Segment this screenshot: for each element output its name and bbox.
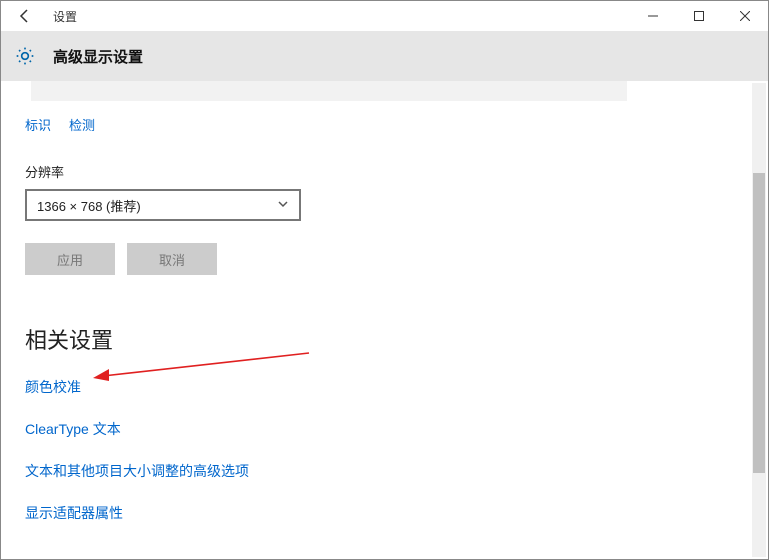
window-title: 设置 (49, 8, 77, 25)
apply-button[interactable]: 应用 (25, 243, 115, 275)
resolution-dropdown[interactable]: 1366 × 768 (推荐) (25, 189, 301, 221)
advanced-sizing-link[interactable]: 文本和其他项目大小调整的高级选项 (25, 461, 744, 481)
gear-icon (15, 46, 35, 66)
content-area: 标识 检测 分辨率 1366 × 768 (推荐) 应用 取消 相关设置 颜色校… (1, 81, 768, 559)
page-title: 高级显示设置 (53, 46, 143, 67)
scrollbar[interactable] (752, 83, 766, 557)
resolution-value: 1366 × 768 (推荐) (37, 196, 141, 215)
identify-link[interactable]: 标识 (25, 115, 51, 134)
color-calibration-link[interactable]: 颜色校准 (25, 377, 744, 397)
cleartype-link[interactable]: ClearType 文本 (25, 419, 744, 439)
scrollbar-thumb[interactable] (753, 173, 765, 473)
detect-link[interactable]: 检测 (69, 115, 95, 134)
display-preview-box (31, 81, 627, 101)
adapter-properties-link[interactable]: 显示适配器属性 (25, 503, 744, 523)
display-action-links: 标识 检测 (25, 115, 744, 134)
back-button[interactable] (1, 1, 49, 31)
page-header: 高级显示设置 (1, 31, 768, 81)
resolution-label: 分辨率 (25, 162, 744, 181)
close-button[interactable] (722, 1, 768, 31)
apply-cancel-row: 应用 取消 (25, 243, 744, 275)
maximize-button[interactable] (676, 1, 722, 31)
related-settings-links: 颜色校准 ClearType 文本 文本和其他项目大小调整的高级选项 显示适配器… (25, 377, 744, 523)
minimize-button[interactable] (630, 1, 676, 31)
related-settings-heading: 相关设置 (25, 323, 744, 355)
titlebar: 设置 (1, 1, 768, 31)
cancel-button[interactable]: 取消 (127, 243, 217, 275)
chevron-down-icon (277, 198, 289, 213)
